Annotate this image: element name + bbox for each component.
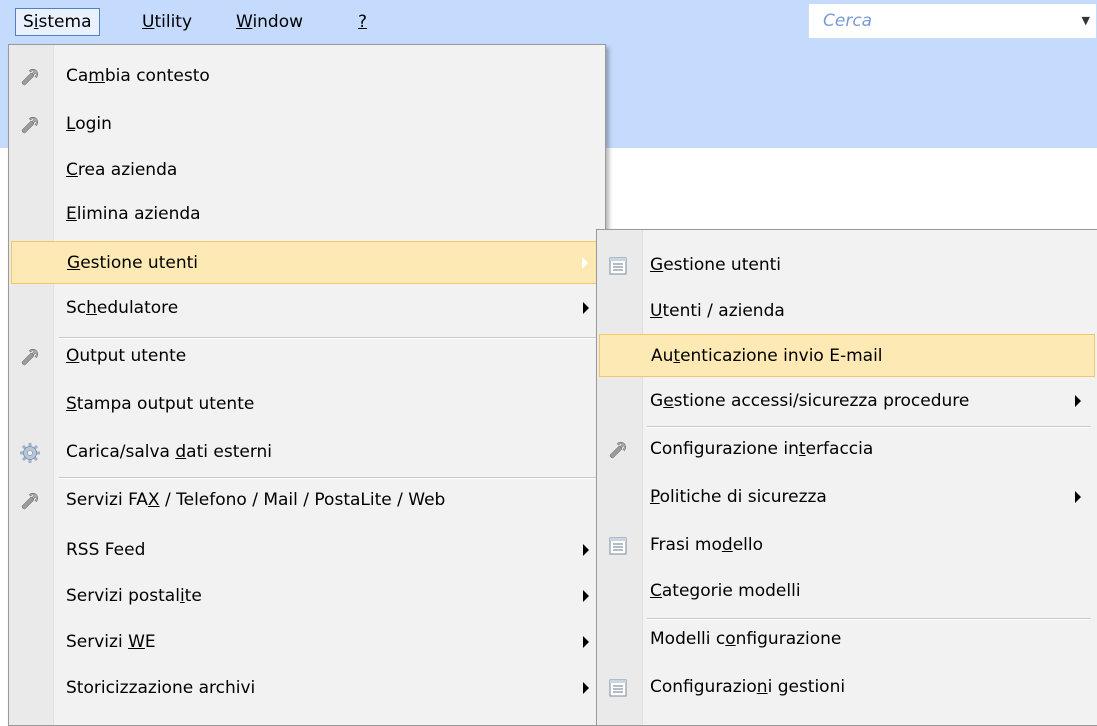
submenu-arrow-icon (1075, 491, 1081, 503)
sistema-menu: Cambia contesto Login Crea azienda Elimina … (8, 44, 606, 726)
menu-item-categorie-modelli[interactable]: Categorie modelli (599, 570, 1095, 613)
menu-item-label: Utenti / azienda (650, 301, 785, 321)
menu-item-configurazione-interfaccia[interactable]: Configurazione interfaccia (599, 428, 1095, 471)
search-placeholder: Cerca (823, 11, 873, 31)
menu-separator (59, 337, 599, 339)
list-icon (607, 677, 629, 699)
list-icon (607, 255, 629, 277)
menu-item-label: Carica/salva dati esterni (66, 442, 273, 462)
menu-window[interactable]: Window (230, 9, 309, 35)
menu-item-label: Modelli configurazione (650, 629, 842, 649)
menu-item-gestione-utenti[interactable]: Gestione utenti (599, 244, 1095, 287)
submenu-arrow-icon (582, 257, 588, 269)
menu-item-servizi-postalite[interactable]: Servizi postalite (11, 575, 603, 618)
menu-item-cambia-contesto[interactable]: Cambia contesto (11, 55, 603, 98)
menu-item-label: Stampa output utente (66, 394, 255, 414)
menu-item-politiche-di-sicurezza[interactable]: Politiche di sicurezza (599, 476, 1095, 519)
menu-item-gestione-accessi-sicurezza-procedure[interactable]: Gestione accessi/sicurezza procedure (599, 380, 1095, 423)
submenu-arrow-icon (583, 302, 589, 314)
menu-item-label: RSS Feed (66, 540, 146, 560)
menu-item-label: Gestione utenti (650, 255, 781, 275)
menu-item-label: Autenticazione invio E-mail (651, 346, 883, 366)
menu-item-label: Frasi modello (650, 535, 764, 555)
menu-item-label: Crea azienda (66, 160, 178, 180)
menu-item-label: Cambia contesto (66, 66, 210, 86)
chevron-down-icon[interactable]: ▼ (1082, 14, 1090, 27)
menu-item-crea-azienda[interactable]: Crea azienda (11, 149, 603, 192)
submenu-arrow-icon (583, 544, 589, 556)
menu-item-label: Servizi postalite (66, 586, 202, 606)
gear-icon (19, 442, 41, 464)
menu-separator (647, 618, 1091, 620)
menu-item-autenticazione-invio-e-mail[interactable]: Autenticazione invio E-mail (599, 334, 1095, 377)
submenu-arrow-icon (583, 682, 589, 694)
submenu-arrow-icon (1075, 395, 1081, 407)
menu-item-label: Storicizzazione archivi (66, 678, 256, 698)
wrench-icon (607, 439, 629, 461)
menu-item-rss-feed[interactable]: RSS Feed (11, 529, 603, 572)
menu-item-utenti-azienda[interactable]: Utenti / azienda (599, 290, 1095, 333)
menu-sistema[interactable]: Sistema (15, 8, 100, 36)
menu-separator (647, 426, 1091, 428)
menu-item-label: Politiche di sicurezza (650, 487, 827, 507)
menu-help[interactable]: ? (352, 9, 373, 35)
menu-separator (59, 477, 599, 479)
menu-item-configurazioni-gestioni[interactable]: Configurazioni gestioni (599, 666, 1095, 709)
menu-item-stampa-output-utente[interactable]: Stampa output utente (11, 383, 603, 426)
wrench-icon (19, 66, 41, 88)
menu-item-output-utente[interactable]: Output utente (11, 335, 603, 378)
menu-item-gestione-utenti[interactable]: Gestione utenti (11, 241, 603, 284)
menu-item-label: Login (66, 114, 112, 134)
menu-item-elimina-azienda[interactable]: Elimina azienda (11, 193, 603, 236)
menu-item-storicizzazione-archivi[interactable]: Storicizzazione archivi (11, 667, 603, 710)
menu-item-label: Schedulatore (66, 298, 179, 318)
menu-item-label: Gestione utenti (67, 253, 198, 273)
menu-item-label: Configurazione interfaccia (650, 439, 874, 459)
search-box[interactable]: Cerca ▼ (808, 4, 1096, 38)
menu-item-servizi-fax-telefono-mail-postalite-web[interactable]: Servizi FAX / Telefono / Mail / PostaLit… (11, 479, 603, 522)
wrench-icon (19, 490, 41, 512)
menu-item-label: Output utente (66, 346, 187, 366)
menu-item-label: Gestione accessi/sicurezza procedure (650, 391, 970, 411)
menu-item-login[interactable]: Login (11, 103, 603, 146)
menu-item-label: Servizi FAX / Telefono / Mail / PostaLit… (66, 490, 446, 510)
menu-item-label: Configurazioni gestioni (650, 677, 846, 697)
menu-item-label: Elimina azienda (66, 204, 201, 224)
menu-item-frasi-modello[interactable]: Frasi modello (599, 524, 1095, 567)
submenu-arrow-icon (583, 636, 589, 648)
menu-item-carica-salva-dati-esterni[interactable]: Carica/salva dati esterni (11, 431, 603, 474)
wrench-icon (19, 346, 41, 368)
menu-item-servizi-we[interactable]: Servizi WE (11, 621, 603, 664)
wrench-icon (19, 114, 41, 136)
menu-item-modelli-configurazione[interactable]: Modelli configurazione (599, 618, 1095, 661)
menu-item-label: Categorie modelli (650, 581, 801, 601)
menu-bar: Sistema Utility Window ? Cerca ▼ (0, 0, 1097, 42)
gestione-utenti-submenu: Gestione utenti Utenti / azienda Autentica… (596, 229, 1097, 726)
menu-item-label: Servizi WE (66, 632, 156, 652)
list-icon (607, 535, 629, 557)
menu-utility[interactable]: Utility (136, 9, 198, 35)
menu-item-schedulatore[interactable]: Schedulatore (11, 287, 603, 330)
submenu-arrow-icon (583, 590, 589, 602)
